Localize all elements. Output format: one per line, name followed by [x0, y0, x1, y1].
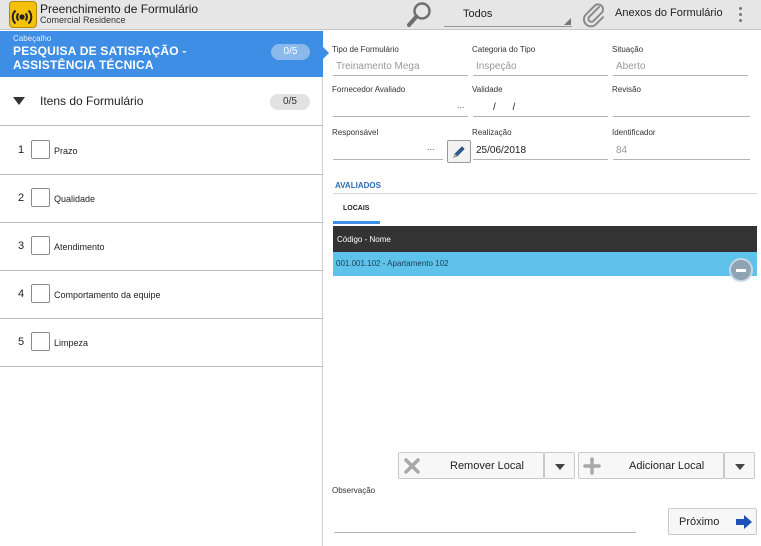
tab-locais-label: LOCAIS	[343, 205, 370, 212]
tab-active-indicator	[333, 221, 380, 224]
form-item-row[interactable]: 3 Atendimento	[0, 223, 323, 271]
add-local-label: Adicionar Local	[629, 460, 705, 472]
add-plus-icon	[583, 457, 601, 475]
next-button[interactable]: Próximo	[668, 508, 757, 535]
avaliados-section-title: AVALIADOS	[335, 181, 381, 190]
overflow-menu-icon[interactable]	[733, 5, 747, 25]
items-section-header[interactable]: Itens do Formulário 0/5	[0, 78, 323, 126]
item-checkbox[interactable]	[31, 188, 50, 207]
identificador-field[interactable]: 84	[613, 143, 750, 160]
form-item-row[interactable]: 2 Qualidade	[0, 175, 323, 223]
status-filter-select[interactable]: Todos	[444, 3, 572, 27]
validade-field[interactable]: / /	[473, 100, 608, 117]
tipo-formulario-label: Tipo de Formulário	[332, 45, 399, 54]
add-local-button[interactable]: Adicionar Local	[578, 452, 724, 479]
item-label: Limpeza	[54, 338, 89, 348]
tipo-formulario-field[interactable]: Treinamento Mega	[333, 59, 468, 76]
form-item-row[interactable]: 1 Prazo	[0, 127, 323, 175]
responsavel-lookup-dots[interactable]: ...	[427, 142, 435, 152]
categoria-tipo-label: Categoria do Tipo	[472, 45, 536, 54]
revisao-field[interactable]	[613, 100, 750, 117]
realizacao-label: Realização	[472, 128, 512, 137]
item-number: 5	[18, 336, 25, 348]
item-checkbox[interactable]	[31, 236, 50, 255]
item-number: 3	[18, 240, 25, 252]
item-label: Comportamento da equipe	[54, 290, 161, 300]
app-title: Preenchimento de Formulário	[40, 2, 199, 16]
row-remove-icon[interactable]	[729, 258, 753, 282]
item-checkbox[interactable]	[31, 140, 50, 159]
header-progress-badge: 0/5	[271, 44, 310, 60]
observacao-field[interactable]	[334, 514, 636, 533]
item-number: 4	[18, 288, 25, 300]
item-number: 1	[18, 144, 25, 156]
dropdown-corner-icon	[564, 18, 571, 25]
add-local-options-button[interactable]	[724, 452, 755, 479]
remove-local-button[interactable]: Remover Local	[398, 452, 544, 479]
header-section-caption: Cabeçalho	[13, 34, 52, 43]
section-divider	[333, 193, 757, 194]
radio-waves-logo-icon	[9, 1, 37, 28]
remove-local-options-button[interactable]	[544, 452, 575, 479]
item-number: 2	[18, 192, 25, 204]
status-filter-value: Todos	[463, 8, 493, 20]
realizacao-field[interactable]: 25/06/2018	[473, 143, 608, 160]
item-checkbox[interactable]	[31, 284, 50, 303]
situacao-label: Situação	[612, 45, 644, 54]
form-sections-panel: Cabeçalho PESQUISA DE SATISFAÇÃO - ASSIS…	[0, 31, 329, 546]
items-section-title: Itens do Formulário	[40, 94, 144, 108]
item-label: Prazo	[54, 146, 78, 156]
situacao-field[interactable]: Aberto	[613, 59, 748, 76]
item-label: Qualidade	[54, 194, 96, 204]
validade-label: Validade	[472, 85, 503, 94]
top-app-bar: Preenchimento de Formulário Comercial Re…	[0, 0, 761, 30]
selected-pointer	[323, 47, 329, 59]
search-icon[interactable]	[404, 0, 436, 30]
table-row[interactable]: 001.001.102 - Apartamento 102	[333, 252, 757, 282]
fornecedor-field[interactable]	[333, 100, 468, 117]
responsavel-label: Responsável	[332, 128, 379, 137]
item-checkbox[interactable]	[31, 332, 50, 351]
identificador-label: Identificador	[612, 128, 656, 137]
tab-locais[interactable]: LOCAIS	[333, 200, 380, 224]
items-progress-badge: 0/5	[270, 94, 310, 110]
chevron-down-icon	[735, 464, 745, 470]
fornecedor-label: Fornecedor Avaliado	[332, 85, 406, 94]
arrow-right-icon	[736, 515, 752, 529]
remove-x-icon	[404, 458, 420, 474]
collapse-triangle-icon[interactable]	[13, 97, 25, 105]
form-title: PESQUISA DE SATISFAÇÃO - ASSISTÊNCIA TÉC…	[13, 44, 187, 72]
revisao-label: Revisão	[612, 85, 641, 94]
form-item-row[interactable]: 4 Comportamento da equipe	[0, 271, 323, 319]
pen-icon	[453, 146, 465, 158]
attachments-button-label[interactable]: Anexos do Formulário	[615, 7, 723, 19]
remove-local-label: Remover Local	[450, 460, 524, 472]
fornecedor-lookup-dots[interactable]: ...	[457, 100, 465, 110]
table-row-label: 001.001.102 - Apartamento 102	[336, 259, 449, 268]
column-header-codigo-nome: Código - Nome	[337, 235, 391, 244]
chevron-down-icon	[555, 464, 565, 470]
edit-pen-button[interactable]	[447, 140, 471, 163]
locais-table-header: Código - Nome	[333, 226, 757, 252]
form-item-row[interactable]: 5 Limpeza	[0, 319, 323, 367]
categoria-tipo-field[interactable]: Inspeção	[473, 59, 608, 76]
item-label: Atendimento	[54, 242, 105, 252]
next-button-label: Próximo	[679, 516, 720, 528]
paperclip-icon[interactable]	[580, 1, 608, 29]
app-subtitle: Comercial Residence	[40, 15, 126, 25]
observacao-label: Observação	[332, 486, 376, 495]
header-section-card[interactable]: Cabeçalho PESQUISA DE SATISFAÇÃO - ASSIS…	[0, 31, 329, 77]
